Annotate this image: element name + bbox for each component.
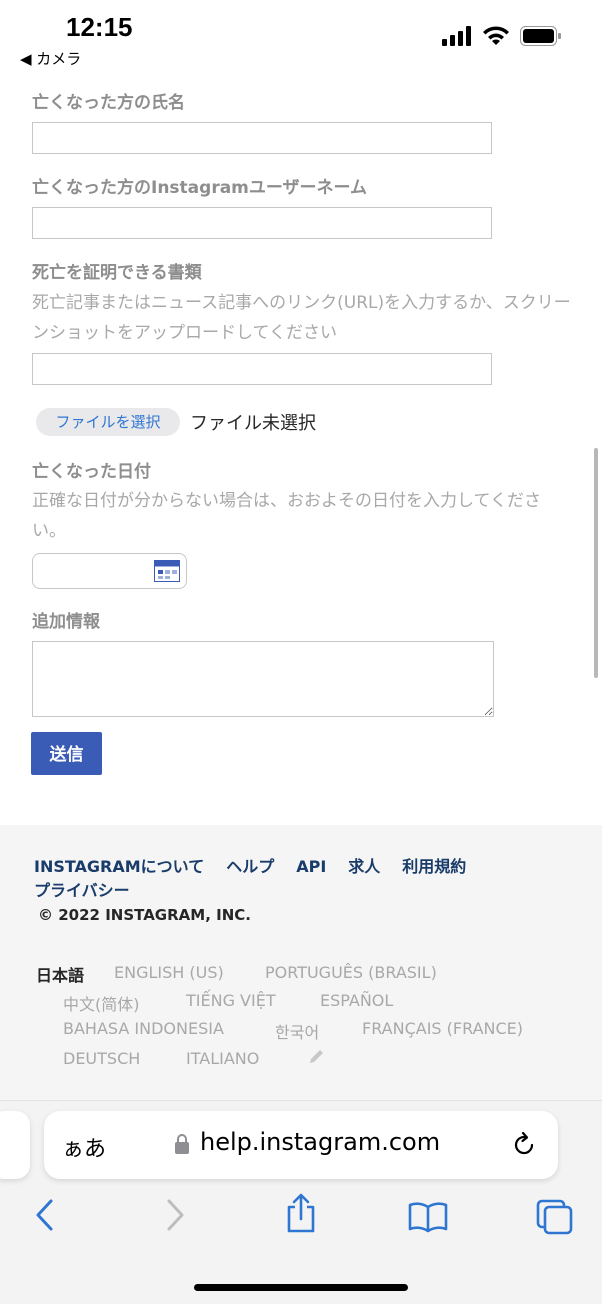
footer-links: INSTAGRAMについて ヘルプ API 求人 利用規約プライバシー <box>34 855 494 903</box>
footer-link-privacy[interactable]: プライバシー <box>34 879 130 903</box>
language-spanish[interactable]: ESPAÑOL <box>320 991 393 1010</box>
deceased-username-input[interactable] <box>32 207 492 239</box>
navigation-bar <box>0 1193 602 1247</box>
forward-icon[interactable] <box>164 1197 186 1233</box>
tabs-icon[interactable] <box>536 1199 574 1235</box>
deceased-name-input[interactable] <box>32 122 492 154</box>
address-bar[interactable]: ぁあ help.instagram.com <box>44 1111 558 1179</box>
footer-link-jobs[interactable]: 求人 <box>348 855 380 879</box>
deceased-name-label: 亡くなった方の氏名 <box>32 93 185 113</box>
bookmarks-icon[interactable] <box>408 1201 448 1233</box>
signal-icon <box>442 26 471 46</box>
footer-link-api[interactable]: API <box>296 855 326 879</box>
proof-document-label: 死亡を証明できる書類 <box>32 263 202 283</box>
calendar-icon[interactable] <box>154 560 180 582</box>
status-icons <box>442 26 562 46</box>
back-to-app-link[interactable]: ◀ カメラ <box>20 48 81 69</box>
language-korean[interactable]: 한국어 <box>275 1019 319 1043</box>
date-of-death-input[interactable] <box>32 553 187 589</box>
proof-document-description: 死亡記事またはニュース記事へのリンク(URL)を入力するか、スクリーンショットを… <box>32 293 571 343</box>
safari-toolbar: ぁあ help.instagram.com <box>0 1100 602 1304</box>
language-vietnamese[interactable]: TIẾNG VIỆT <box>186 991 276 1010</box>
no-file-selected-text: ファイル未選択 <box>190 413 316 434</box>
footer: INSTAGRAMについて ヘルプ API 求人 利用規約プライバシー © 2022 I… <box>0 825 602 1100</box>
back-icon[interactable] <box>34 1197 56 1233</box>
proof-url-input[interactable] <box>32 353 492 385</box>
deceased-username-label: 亡くなった方のInstagramユーザーネーム <box>32 178 368 198</box>
footer-link-help[interactable]: ヘルプ <box>226 855 274 879</box>
status-bar: 12:15 ◀ カメラ <box>0 0 602 72</box>
language-japanese[interactable]: 日本語 <box>36 962 84 986</box>
additional-info-label: 追加情報 <box>32 612 100 632</box>
lock-icon <box>175 1134 189 1154</box>
language-french[interactable]: FRANÇAIS (FRANCE) <box>362 1019 523 1038</box>
footer-link-terms[interactable]: 利用規約 <box>402 855 466 879</box>
date-of-death-description: 正確な日付が分からない場合は、おおよその日付を入力してください。 <box>32 491 541 541</box>
language-indonesian[interactable]: BAHASA INDONESIA <box>63 1019 224 1038</box>
battery-icon <box>520 26 561 46</box>
page-settings-button[interactable]: ぁあ <box>62 1131 106 1163</box>
additional-info-textarea[interactable] <box>32 641 494 717</box>
date-of-death-label: 亡くなった日付 <box>32 462 151 482</box>
url-text[interactable]: help.instagram.com <box>200 1128 440 1156</box>
home-indicator[interactable] <box>194 1284 408 1291</box>
pencil-icon[interactable] <box>308 1047 326 1065</box>
scrollbar[interactable] <box>594 448 598 678</box>
language-english[interactable]: ENGLISH (US) <box>114 963 224 982</box>
footer-link-about[interactable]: INSTAGRAMについて <box>34 855 204 879</box>
copyright: © 2022 INSTAGRAM, INC. <box>38 906 251 924</box>
wifi-icon <box>483 26 509 45</box>
reload-icon[interactable] <box>510 1131 538 1159</box>
previous-tab-preview[interactable] <box>0 1111 30 1179</box>
submit-button[interactable]: 送信 <box>31 732 102 775</box>
share-icon[interactable] <box>284 1193 318 1233</box>
language-german[interactable]: DEUTSCH <box>63 1049 140 1068</box>
language-chinese[interactable]: 中文(简体) <box>63 991 140 1015</box>
status-time: 12:15 <box>66 12 133 42</box>
choose-file-button[interactable]: ファイルを選択 <box>36 408 180 436</box>
language-portuguese[interactable]: PORTUGUÊS (BRASIL) <box>265 963 437 982</box>
language-italian[interactable]: ITALIANO <box>186 1049 259 1068</box>
